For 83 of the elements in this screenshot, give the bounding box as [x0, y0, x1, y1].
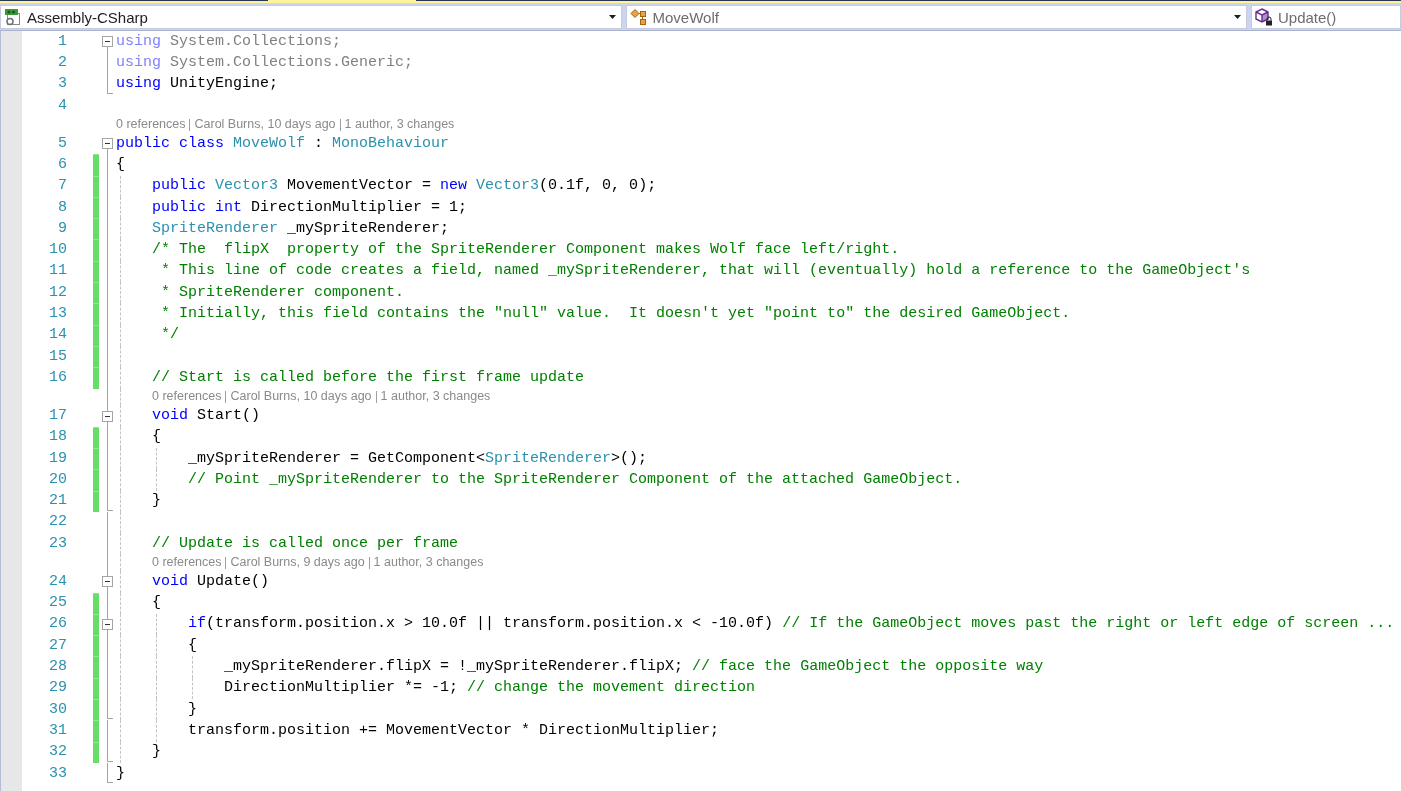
code-line: public class MoveWolf : MonoBehaviour: [116, 133, 450, 154]
line-number: 19: [49, 448, 67, 469]
line-number: 14: [49, 325, 67, 346]
code-line: }: [152, 742, 162, 763]
project-file-icon: [4, 8, 22, 26]
collapse-icon[interactable]: [102, 138, 113, 150]
code-line: // Update is called once per frame: [152, 533, 459, 554]
line-number: 23: [49, 533, 67, 554]
line-number: 4: [58, 95, 67, 116]
line-number: 29: [49, 678, 67, 699]
code-line: * SpriteRenderer component.: [161, 282, 405, 303]
changes-link[interactable]: 1 author, 3 changes: [380, 389, 491, 405]
code-line: public Vector3 MovementVector = new Vector3(0.1f, 0, 0);: [152, 176, 657, 197]
code-line: void Start(): [152, 406, 261, 426]
code-line: // Point _mySpriteRenderer to the SpriteRenderer Component of the attached GameObject.: [188, 469, 963, 490]
line-number: 6: [58, 154, 67, 175]
references-link[interactable]: 0 references: [152, 555, 222, 571]
references-link[interactable]: 0 references: [116, 117, 186, 133]
code-line: _mySpriteRenderer.flipX = !_mySpriteRenderer.flipX; // face the GameObject the opposite way: [224, 657, 1044, 678]
line-number: 27: [49, 635, 67, 656]
line-number: 12: [49, 282, 67, 303]
references-link[interactable]: 0 references: [152, 389, 222, 405]
line-number: 1: [58, 31, 67, 52]
linked-diamonds-icon: [629, 8, 648, 26]
line-number: 9: [58, 218, 67, 239]
line-number: 21: [49, 491, 67, 512]
collapse-icon[interactable]: [102, 576, 113, 588]
line-number: 33: [49, 763, 67, 784]
code-line: }: [188, 699, 198, 720]
collapse-icon[interactable]: [102, 410, 113, 422]
line-number: 5: [58, 133, 67, 154]
code-line: }: [116, 763, 125, 784]
code-line: using System.Collections.Generic;: [116, 52, 414, 73]
line-number: 24: [49, 571, 67, 592]
collapse-icon[interactable]: [102, 36, 113, 48]
code-line: {: [116, 154, 125, 175]
code-line: {: [152, 593, 162, 614]
changes-link[interactable]: 1 author, 3 changes: [344, 117, 455, 133]
code-line: public int DirectionMultiplier = 1;: [152, 197, 468, 218]
class-dropdown[interactable]: MoveWolf: [625, 5, 1247, 29]
line-number: 15: [49, 346, 67, 367]
code-line: }: [152, 491, 162, 512]
project-dropdown[interactable]: Assembly-CSharp: [0, 5, 622, 29]
code-line: DirectionMultiplier *= -1; // change the movement direction: [224, 678, 756, 699]
line-number: 16: [49, 367, 67, 388]
author-link[interactable]: Carol Burns, 10 days ago: [194, 117, 336, 133]
line-number: 11: [49, 261, 67, 282]
code-line: {: [152, 427, 162, 448]
code-line: using System.Collections;: [116, 31, 342, 52]
author-link[interactable]: Carol Burns, 10 days ago: [230, 389, 372, 405]
cube-lock-icon: [1255, 8, 1273, 26]
line-number: 8: [58, 197, 67, 218]
line-number: 22: [49, 512, 67, 533]
changes-link[interactable]: 1 author, 3 changes: [373, 555, 484, 571]
author-link[interactable]: Carol Burns, 9 days ago: [230, 555, 365, 571]
line-number: 2: [58, 52, 67, 73]
code-line: using UnityEngine;: [116, 74, 279, 95]
code-line: if(transform.position.x > 10.0f || transform.position.x < -10.0f) // If the GameObject moves past the right or left edge of screen ...: [188, 614, 1395, 635]
line-number: 18: [49, 427, 67, 448]
code-line: {: [188, 635, 198, 656]
collapse-icon[interactable]: [102, 618, 113, 630]
line-number: 28: [49, 657, 67, 678]
line-number: 31: [49, 720, 67, 741]
code-line: // Start is called before the first frame update: [152, 367, 585, 388]
code-line: /* The flipX property of the SpriteRenderer Component makes Wolf face left/right.: [152, 240, 900, 261]
code-line: */: [161, 325, 180, 346]
code-line: void Update(): [152, 571, 270, 592]
line-number: 3: [58, 74, 67, 95]
line-number: 30: [49, 699, 67, 720]
line-number: 25: [49, 593, 67, 614]
code-line: transform.position += MovementVector * DirectionMultiplier;: [188, 720, 720, 741]
line-number: 32: [49, 742, 67, 763]
line-number: 26: [49, 614, 67, 635]
code-line: _mySpriteRenderer = GetComponent<SpriteRenderer>();: [188, 448, 648, 469]
member-dropdown[interactable]: Update(): [1251, 5, 1401, 29]
line-number: 13: [49, 304, 67, 324]
line-number: 17: [49, 406, 67, 426]
line-number: 20: [49, 469, 67, 490]
code-line: * Initially, this field contains the "null" value. It doesn't yet "point to" the desired GameObject.: [161, 304, 1071, 324]
code-line: SpriteRenderer _mySpriteRenderer;: [152, 218, 450, 239]
code-line: * This line of code creates a field, named _mySpriteRenderer, that will (eventually) hold a reference to the GameObject's: [161, 261, 1251, 282]
line-number: 7: [58, 176, 67, 197]
line-number: 10: [49, 240, 67, 261]
